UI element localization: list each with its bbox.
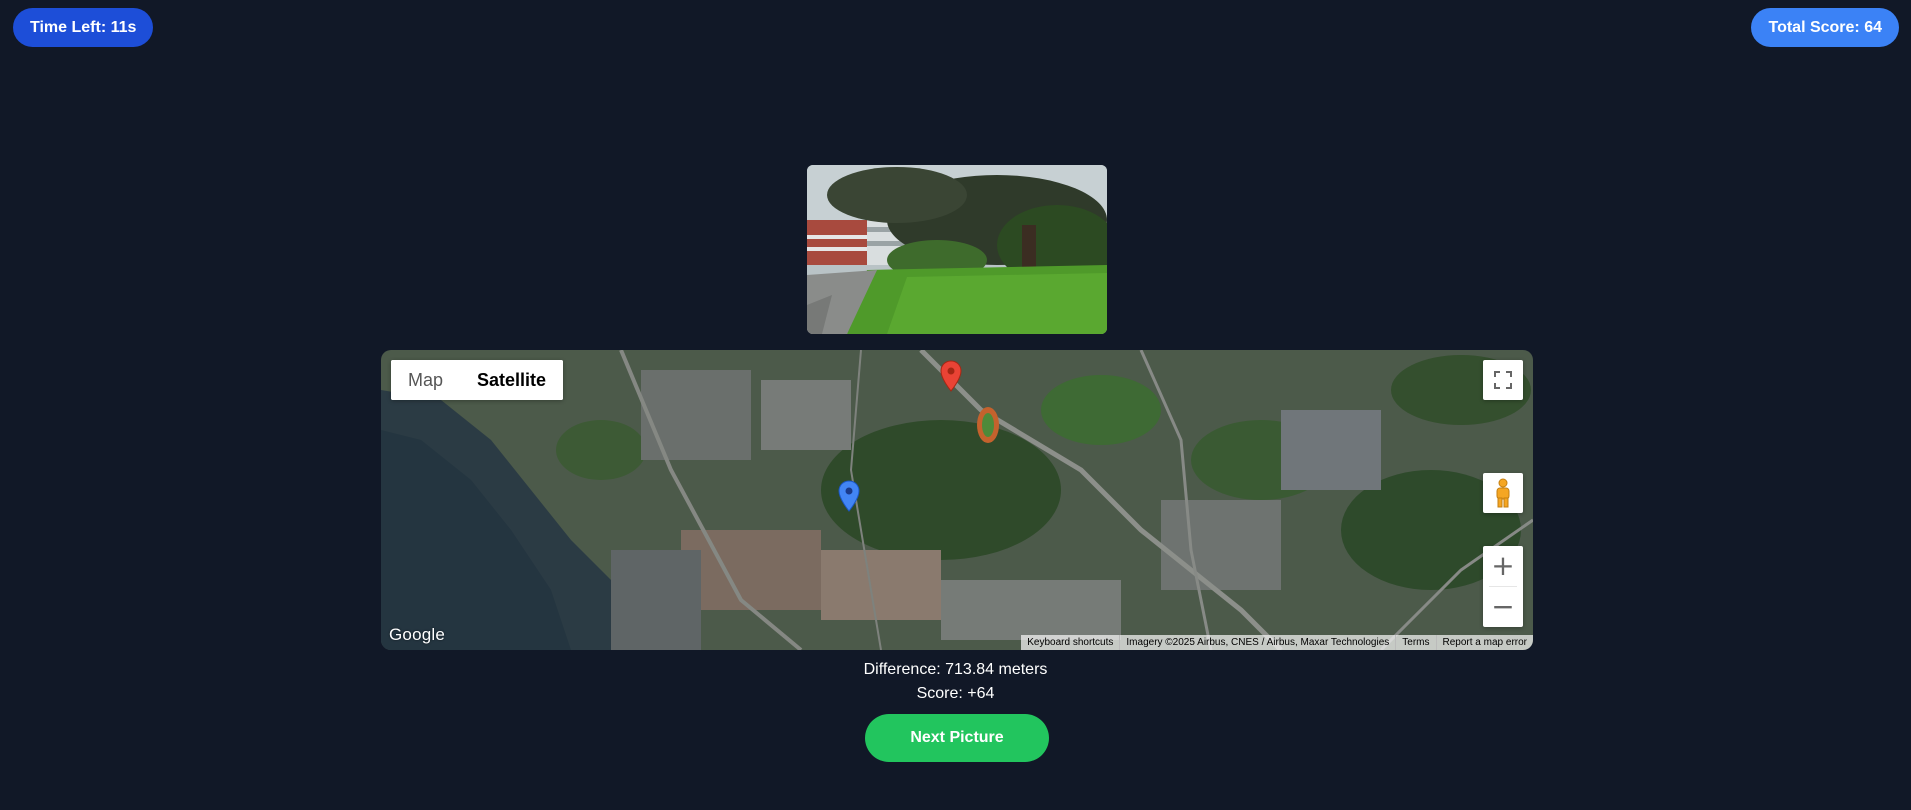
pegman-icon [1496,478,1510,508]
guess-map[interactable]: Map Satellite + − Google Keyboard shortc… [381,350,1533,650]
google-logo: Google [389,625,446,644]
map-attribution: Keyboard shortcuts Imagery ©2025 Airbus,… [1021,635,1533,650]
minus-icon: − [1491,590,1515,623]
zoom-in-button[interactable]: + [1483,546,1523,586]
report-error-link[interactable]: Report a map error [1435,635,1533,650]
next-picture-button[interactable]: Next Picture [865,714,1049,762]
location-photo [807,165,1107,334]
imagery-credit: Imagery ©2025 Airbus, CNES / Airbus, Max… [1119,635,1395,650]
photo-image [807,165,1107,334]
guess-location-marker [838,480,860,512]
map-type-satellite-button[interactable]: Satellite [460,360,564,400]
keyboard-shortcuts-link[interactable]: Keyboard shortcuts [1021,635,1119,650]
fullscreen-icon [1494,371,1512,389]
difference-text: Difference: 713.84 meters [863,661,1048,678]
plus-icon: + [1491,549,1515,582]
zoom-out-button[interactable]: − [1483,587,1523,627]
map-type-map-button[interactable]: Map [391,360,461,400]
terms-link[interactable]: Terms [1395,635,1435,650]
zoom-control: + − [1483,546,1523,627]
total-score-badge: Total Score: 64 [1751,8,1899,47]
street-view-pegman[interactable] [1483,473,1523,513]
map-type-control: Map Satellite [391,360,564,400]
actual-location-marker [940,360,962,392]
round-score-text: Score: +64 [916,685,995,702]
game-page: Time Left: 11s Total Score: 64 Map Satel… [0,0,1911,810]
time-left-badge: Time Left: 11s [13,8,154,47]
fullscreen-button[interactable] [1483,360,1523,400]
